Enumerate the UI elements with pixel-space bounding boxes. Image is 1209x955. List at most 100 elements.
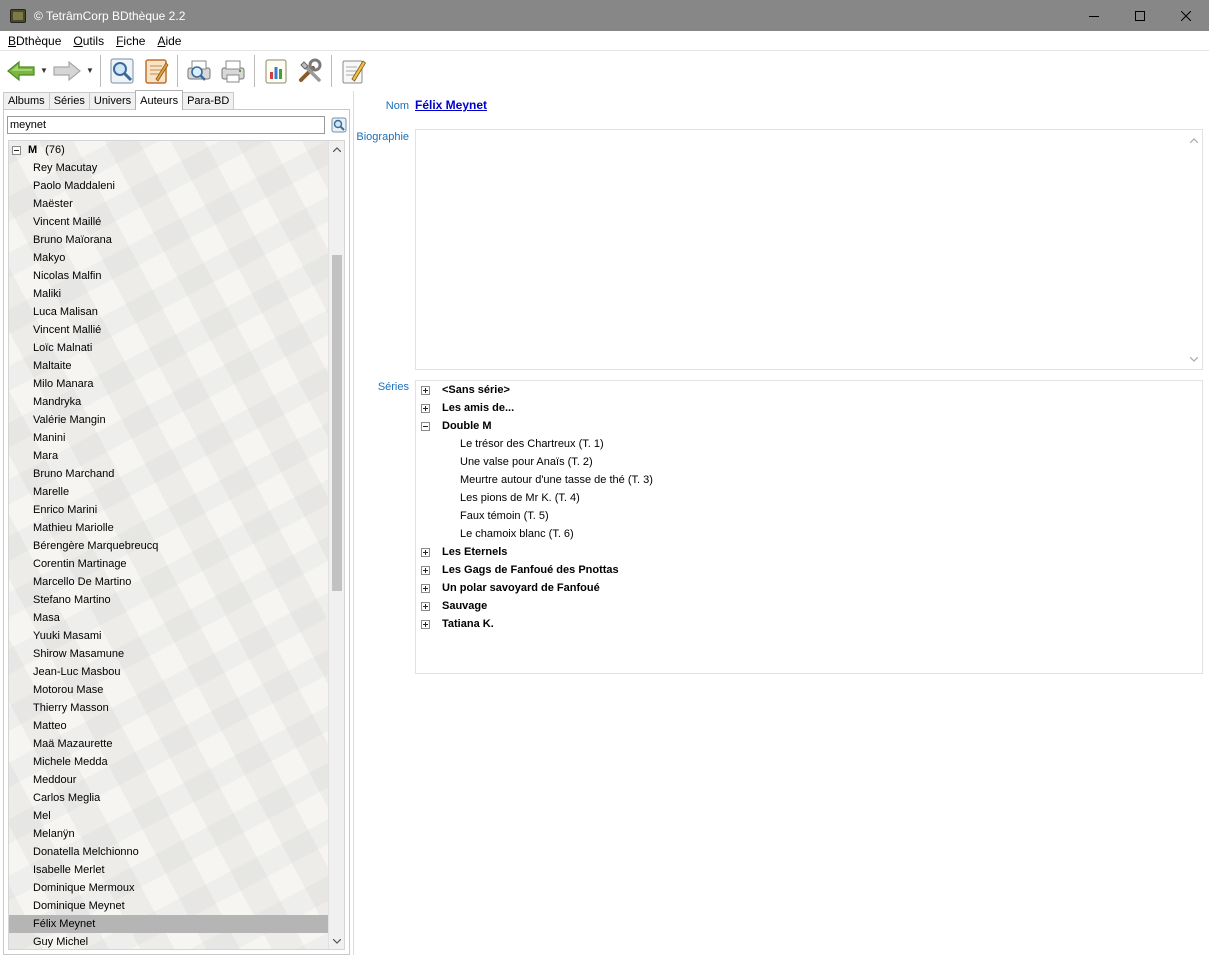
series-node[interactable]: <Sans série>	[416, 381, 1202, 399]
expand-icon[interactable]	[421, 583, 430, 593]
menu-outils[interactable]: Outils	[67, 34, 110, 48]
author-list-item[interactable]: Bruno Marchand	[9, 465, 329, 483]
author-list-item[interactable]: Isabelle Merlet	[9, 861, 329, 879]
search-button[interactable]	[105, 54, 139, 88]
series-node[interactable]: Sauvage	[416, 597, 1202, 615]
statistics-button[interactable]	[259, 54, 293, 88]
author-list-item[interactable]: Valérie Mangin	[9, 411, 329, 429]
author-list-item[interactable]: Mathieu Mariolle	[9, 519, 329, 537]
author-list-item[interactable]: Nicolas Malfin	[9, 267, 329, 285]
forward-button[interactable]	[50, 54, 84, 88]
print-preview-button[interactable]	[182, 54, 216, 88]
expand-icon[interactable]	[421, 385, 430, 395]
author-list-item[interactable]: Dominique Meynet	[9, 897, 329, 915]
author-list-item[interactable]: Yuuki Masami	[9, 627, 329, 645]
expand-icon[interactable]	[421, 619, 430, 629]
series-node[interactable]: Double M	[416, 417, 1202, 435]
author-list-item[interactable]: Guy Michel	[9, 933, 329, 949]
author-list-item[interactable]: Maä Mazaurette	[9, 735, 329, 753]
author-list-item[interactable]: Mandryka	[9, 393, 329, 411]
scroll-down-button[interactable]	[329, 933, 344, 949]
expand-icon[interactable]	[421, 403, 430, 413]
series-node[interactable]: Les Gags de Fanfoué des Pnottas	[416, 561, 1202, 579]
album-item[interactable]: Les pions de Mr K. (T. 4)	[416, 489, 1202, 507]
collapse-icon[interactable]	[421, 421, 430, 431]
author-list-item[interactable]: Stefano Martino	[9, 591, 329, 609]
search-go-button[interactable]	[330, 116, 348, 134]
author-list-item[interactable]: Mel	[9, 807, 329, 825]
author-list-item[interactable]: Maltaite	[9, 357, 329, 375]
bio-scroll-down-button[interactable]	[1186, 351, 1202, 367]
series-tree[interactable]: <Sans série> Les amis de... Double M Le tré…	[415, 380, 1203, 674]
tab-para-bd[interactable]: Para-BD	[182, 92, 235, 110]
author-list-item[interactable]: Vincent Maillé	[9, 213, 329, 231]
author-list-item[interactable]: Shirow Masamune	[9, 645, 329, 663]
series-node[interactable]: Tatiana K.	[416, 615, 1202, 633]
close-button[interactable]	[1163, 0, 1209, 31]
author-list-item[interactable]: Michele Medda	[9, 753, 329, 771]
author-list-item[interactable]: Donatella Melchionno	[9, 843, 329, 861]
back-button[interactable]	[4, 54, 38, 88]
author-list-item[interactable]: Vincent Mallié	[9, 321, 329, 339]
album-item[interactable]: Une valse pour Anaïs (T. 2)	[416, 453, 1202, 471]
author-list-item[interactable]: Matteo	[9, 717, 329, 735]
author-list-item[interactable]: Jean-Luc Masbou	[9, 663, 329, 681]
author-list-item[interactable]: Manini	[9, 429, 329, 447]
search-input[interactable]	[7, 116, 325, 134]
forward-dropdown[interactable]: ▼	[84, 54, 96, 88]
tab-series[interactable]: Séries	[48, 92, 90, 110]
album-item[interactable]: Faux témoin (T. 5)	[416, 507, 1202, 525]
album-item[interactable]: Le chamoix blanc (T. 6)	[416, 525, 1202, 543]
author-list-item[interactable]: Thierry Masson	[9, 699, 329, 717]
author-list-item[interactable]: Marcello De Martino	[9, 573, 329, 591]
album-item[interactable]: Le trésor des Chartreux (T. 1)	[416, 435, 1202, 453]
back-dropdown[interactable]: ▼	[38, 54, 50, 88]
expand-icon[interactable]	[421, 547, 430, 557]
series-node[interactable]: Un polar savoyard de Fanfoué	[416, 579, 1202, 597]
expand-icon[interactable]	[421, 601, 430, 611]
tab-albums[interactable]: Albums	[3, 92, 50, 110]
collapse-icon[interactable]	[12, 145, 21, 155]
expand-icon[interactable]	[421, 565, 430, 575]
author-list-item[interactable]: Bérengère Marquebreucq	[9, 537, 329, 555]
edit-button[interactable]	[139, 54, 173, 88]
biography-text[interactable]	[415, 129, 1203, 370]
author-list-item[interactable]: Rey Macutay	[9, 159, 329, 177]
minimize-button[interactable]	[1071, 0, 1117, 31]
author-list-item[interactable]: Dominique Mermoux	[9, 879, 329, 897]
series-node[interactable]: Les Eternels	[416, 543, 1202, 561]
series-node[interactable]: Les amis de...	[416, 399, 1202, 417]
author-list-item[interactable]: Bruno Maïorana	[9, 231, 329, 249]
bio-scroll-up-button[interactable]	[1186, 132, 1202, 148]
author-list-item[interactable]: Enrico Marini	[9, 501, 329, 519]
menu-aide[interactable]: Aide	[151, 34, 187, 48]
author-list-item[interactable]: Milo Manara	[9, 375, 329, 393]
author-list-item[interactable]: Maliki	[9, 285, 329, 303]
tools-button[interactable]	[293, 54, 327, 88]
authors-tree[interactable]: M (76) Rey Macutay Paolo Maddaleni Maëster…	[8, 140, 345, 950]
author-list-item[interactable]: Mara	[9, 447, 329, 465]
tab-univers[interactable]: Univers	[88, 92, 137, 110]
print-button[interactable]	[216, 54, 250, 88]
tab-auteurs[interactable]: Auteurs	[135, 90, 184, 110]
author-list-item[interactable]: Masa	[9, 609, 329, 627]
author-list-item[interactable]: Maëster	[9, 195, 329, 213]
scroll-up-button[interactable]	[329, 141, 344, 157]
author-list-item[interactable]: Luca Malisan	[9, 303, 329, 321]
author-list-item[interactable]: Corentin Martinage	[9, 555, 329, 573]
author-list-item[interactable]: Meddour	[9, 771, 329, 789]
author-list-item[interactable]: Loïc Malnati	[9, 339, 329, 357]
menu-fiche[interactable]: Fiche	[110, 34, 151, 48]
author-list-item[interactable]: Melanÿn	[9, 825, 329, 843]
author-name-link[interactable]: Félix Meynet	[415, 98, 487, 112]
album-item[interactable]: Meurtre autour d'une tasse de thé (T. 3)	[416, 471, 1202, 489]
notes-button[interactable]	[336, 54, 370, 88]
tree-group-header[interactable]: M (76)	[9, 141, 329, 159]
maximize-button[interactable]	[1117, 0, 1163, 31]
author-list-item[interactable]: Félix Meynet	[9, 915, 329, 933]
author-list-item[interactable]: Motorou Mase	[9, 681, 329, 699]
biography-scrollbar[interactable]	[1186, 130, 1202, 369]
tree-scrollbar[interactable]	[328, 141, 344, 949]
author-list-item[interactable]: Carlos Meglia	[9, 789, 329, 807]
scroll-thumb[interactable]	[332, 255, 342, 591]
